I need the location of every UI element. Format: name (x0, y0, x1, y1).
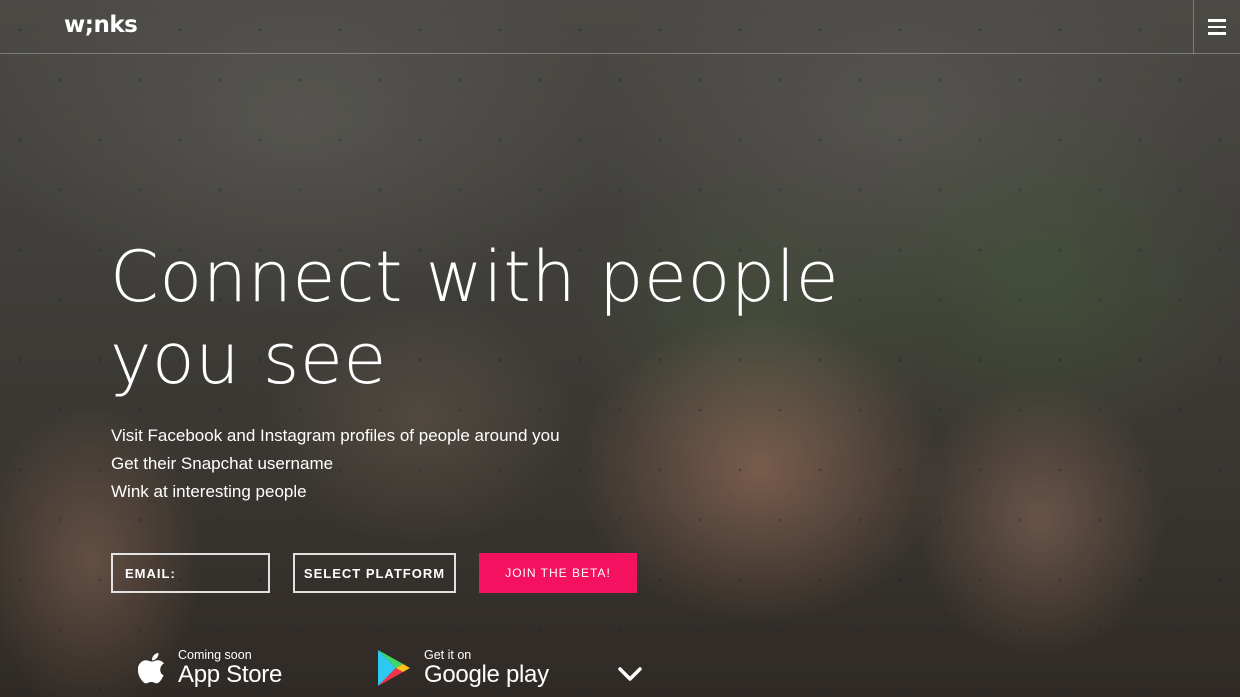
google-play-icon (378, 650, 410, 686)
hamburger-icon-line (1208, 32, 1226, 35)
chevron-down-icon[interactable] (617, 664, 643, 684)
select-platform-dropdown[interactable]: SELECT PLATFORM (293, 553, 456, 593)
feature-item: Wink at interesting people (111, 482, 307, 501)
join-beta-button[interactable]: JOIN THE BETA! (479, 553, 637, 593)
headline-line-2: you see (110, 318, 387, 400)
feature-item: Get their Snapchat username (111, 454, 334, 473)
apple-icon (138, 653, 164, 684)
app-store-small-text: Coming soon (178, 648, 252, 662)
hero-headline: Connect with people you see (110, 236, 839, 400)
headline-line-1: Connect with people (110, 236, 840, 318)
app-store-big-text: App Store (178, 661, 283, 688)
feature-list: Visit Facebook and Instagram profiles of… (111, 422, 560, 506)
top-bar: w;nks (0, 0, 1240, 54)
hamburger-menu-button[interactable] (1193, 0, 1240, 54)
google-play-big-text: Google play (424, 661, 549, 688)
google-play-small-text: Get it on (424, 648, 472, 662)
app-store-badge[interactable]: Coming soon App Store (138, 648, 282, 688)
google-play-badge[interactable]: Get it on Google play (376, 648, 549, 688)
hamburger-icon-line (1208, 19, 1226, 22)
google-play-text: Get it on Google play (424, 648, 549, 688)
hamburger-icon-line (1208, 25, 1226, 29)
app-store-text: Coming soon App Store (178, 648, 282, 688)
email-input[interactable] (111, 553, 270, 593)
feature-item: Visit Facebook and Instagram profiles of… (111, 426, 560, 445)
winks-logo[interactable]: w;nks (64, 12, 138, 38)
